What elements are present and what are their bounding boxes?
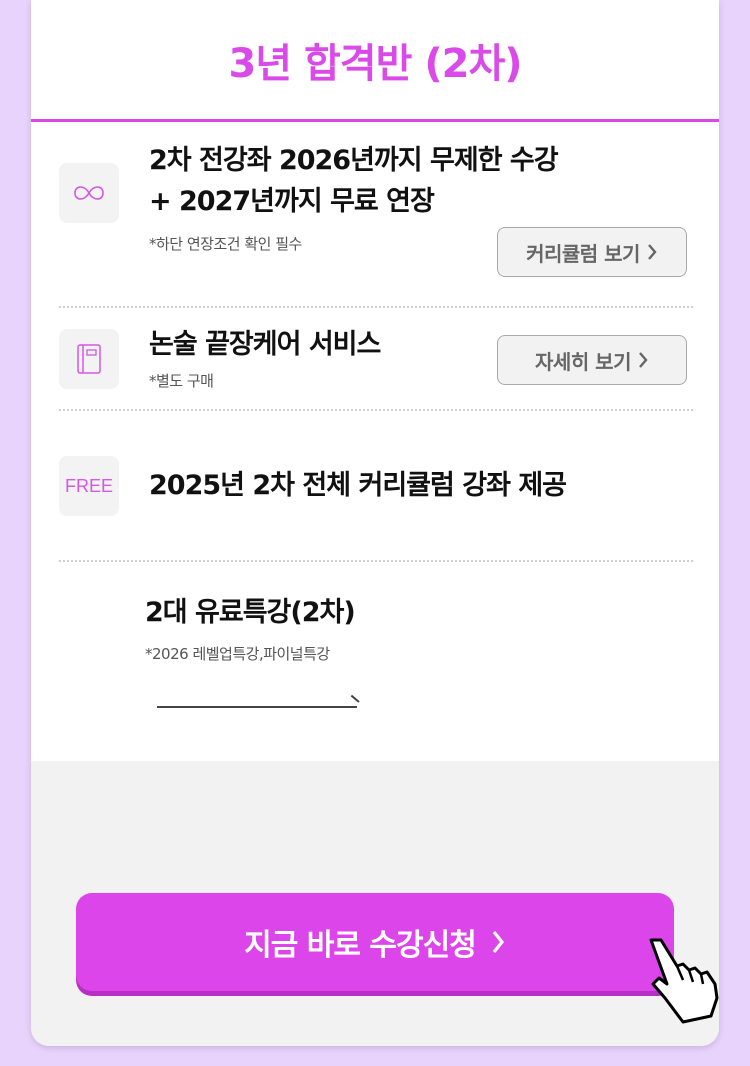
curriculum-view-button[interactable]: 커리큘럼 보기 <box>497 227 687 277</box>
free-badge: FREE <box>59 456 119 516</box>
infinity-icon <box>59 163 119 223</box>
course-title: 3년 합격반 (2차) <box>228 40 522 87</box>
course-card: 3년 합격반 (2차) 2차 전강좌 2026년까지 무제한 수강 + 2027… <box>31 0 719 1046</box>
detail-view-button[interactable]: 자세히 보기 <box>497 335 687 385</box>
detail-view-label: 자세히 보기 <box>535 349 631 374</box>
card-header: 3년 합격반 (2차) <box>31 0 719 122</box>
book-icon <box>59 329 119 389</box>
enroll-now-label: 지금 바로 수강신청 <box>244 928 477 963</box>
arrow-line-icon <box>157 706 357 708</box>
row-unlimited-note: *하단 연장조건 확인 필수 <box>149 235 302 253</box>
row-special-title: 2대 유료특강(2차) <box>145 597 356 628</box>
row-divider <box>59 409 693 411</box>
row-unlimited-title-1: 2차 전강좌 2026년까지 무제한 수강 <box>149 145 559 176</box>
enroll-now-button[interactable]: 지금 바로 수강신청 <box>76 893 674 991</box>
row-nonsul-note: *별도 구매 <box>149 372 214 390</box>
hand-pointer-icon <box>649 938 719 1024</box>
row-free-curriculum-title: 2025년 2차 전체 커리큘럼 강좌 제공 <box>149 470 567 501</box>
curriculum-view-label: 커리큘럼 보기 <box>526 241 640 266</box>
row-divider <box>59 560 693 562</box>
chevron-right-icon <box>648 244 657 260</box>
chevron-right-icon <box>492 931 504 953</box>
row-divider <box>59 306 693 308</box>
row-unlimited-title-2: + 2027년까지 무료 연장 <box>149 186 435 217</box>
row-special-note: *2026 레벨업특강,파이널특강 <box>145 645 330 663</box>
row-nonsul-title: 논술 끝장케어 서비스 <box>149 329 381 360</box>
free-badge-text: FREE <box>64 475 113 496</box>
chevron-right-icon <box>639 352 648 368</box>
